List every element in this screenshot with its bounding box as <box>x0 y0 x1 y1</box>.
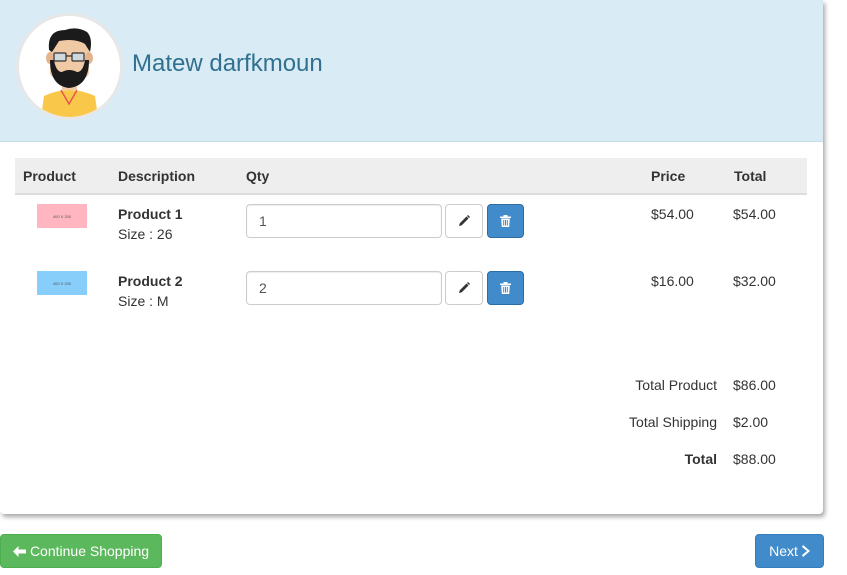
pencil-icon <box>459 282 470 293</box>
trash-icon <box>500 282 511 294</box>
product-total: $54.00 <box>733 206 776 222</box>
header-description: Description <box>118 168 196 184</box>
next-button[interactable]: Next <box>755 534 824 568</box>
product-price: $16.00 <box>651 273 694 289</box>
user-avatar <box>16 13 123 120</box>
total-product-label: Total Product <box>635 377 717 393</box>
product-size: Size : 26 <box>118 226 173 242</box>
cart-table-header: Product Description Qty Price Total <box>15 158 807 195</box>
continue-shopping-label: Continue Shopping <box>29 543 150 559</box>
total-shipping-label: Total Shipping <box>629 414 717 430</box>
product-thumbnail: 400 X 200 <box>37 204 87 228</box>
chevron-right-icon <box>801 545 810 557</box>
product-thumbnail: 400 X 200 <box>37 271 87 295</box>
table-row: 400 X 200 Product 1 Size : 26 $54.00 $54… <box>15 195 807 262</box>
arrow-left-icon <box>12 545 26 557</box>
grand-total-label: Total <box>684 451 717 467</box>
total-product-value: $86.00 <box>733 377 776 393</box>
product-total: $32.00 <box>733 273 776 289</box>
edit-button[interactable] <box>445 204 483 238</box>
delete-button[interactable] <box>487 271 524 305</box>
grand-total-value: $88.00 <box>733 451 776 467</box>
cart-panel: Matew darfkmoun Product Description Qty … <box>0 0 823 514</box>
qty-input[interactable] <box>246 204 442 238</box>
header-total: Total <box>734 168 767 184</box>
table-row: 400 X 200 Product 2 Size : M $16.00 $32.… <box>15 262 807 329</box>
delete-button[interactable] <box>487 204 524 238</box>
bearded-man-avatar-icon <box>19 16 120 117</box>
user-header: Matew darfkmoun <box>0 0 823 142</box>
product-price: $54.00 <box>651 206 694 222</box>
product-size: Size : M <box>118 293 169 309</box>
user-name: Matew darfkmoun <box>132 50 323 77</box>
qty-input[interactable] <box>246 271 442 305</box>
total-shipping-value: $2.00 <box>733 414 769 430</box>
product-name: Product 1 <box>118 206 183 222</box>
header-qty: Qty <box>246 168 270 184</box>
pencil-icon <box>459 215 470 226</box>
product-name: Product 2 <box>118 273 183 289</box>
header-product: Product <box>23 168 76 184</box>
header-price: Price <box>651 168 686 184</box>
continue-shopping-button[interactable]: Continue Shopping <box>0 534 162 568</box>
trash-icon <box>500 215 511 227</box>
edit-button[interactable] <box>445 271 483 305</box>
next-label: Next <box>769 543 798 559</box>
